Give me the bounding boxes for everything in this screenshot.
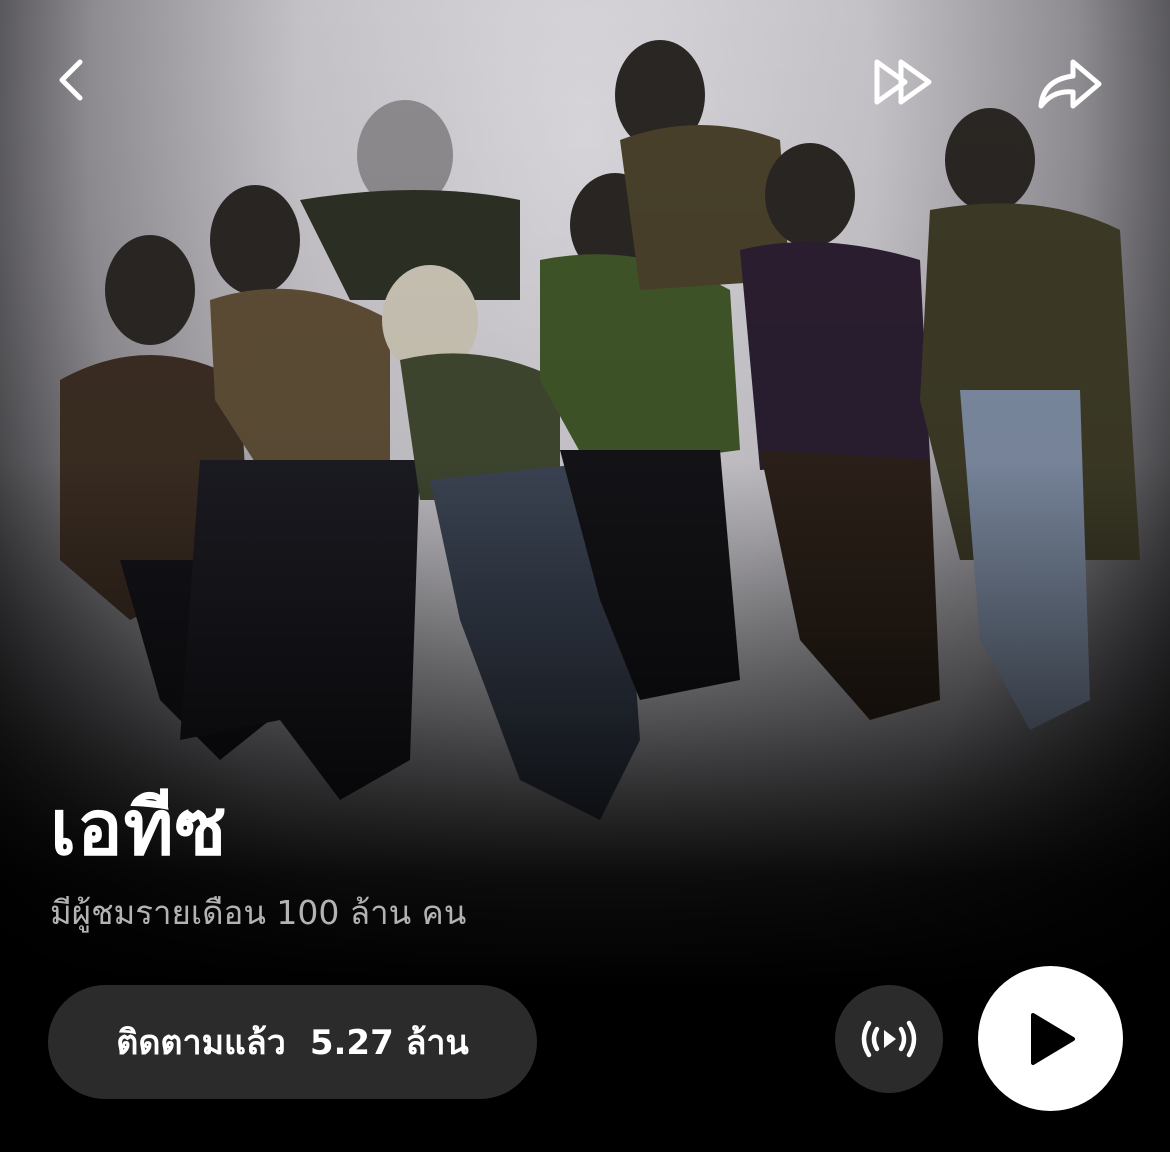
share-button[interactable] bbox=[1030, 48, 1110, 120]
share-icon bbox=[1038, 59, 1102, 109]
follow-label: ติดตามแล้ว bbox=[116, 1023, 286, 1063]
artist-page: เอทีซ มีผู้ชมรายเดือน 100 ล้าน คน ติดตาม… bbox=[0, 0, 1170, 1152]
chevron-left-icon bbox=[59, 59, 83, 101]
skip-button[interactable] bbox=[866, 50, 946, 114]
follower-count: 5.27 ล้าน bbox=[309, 1023, 469, 1063]
back-button[interactable] bbox=[40, 48, 104, 112]
play-icon bbox=[1030, 1012, 1075, 1065]
preview-button[interactable] bbox=[835, 985, 943, 1093]
broadcast-play-icon bbox=[861, 1020, 917, 1058]
follow-button[interactable]: ติดตามแล้ว 5.27 ล้าน bbox=[48, 985, 537, 1099]
play-button[interactable] bbox=[978, 966, 1123, 1111]
hero-gradient-overlay bbox=[0, 0, 1170, 1152]
monthly-listeners: มีผู้ชมรายเดือน 100 ล้าน คน bbox=[50, 893, 467, 932]
artist-name: เอทีซ bbox=[50, 783, 228, 872]
fast-forward-icon bbox=[874, 59, 932, 105]
